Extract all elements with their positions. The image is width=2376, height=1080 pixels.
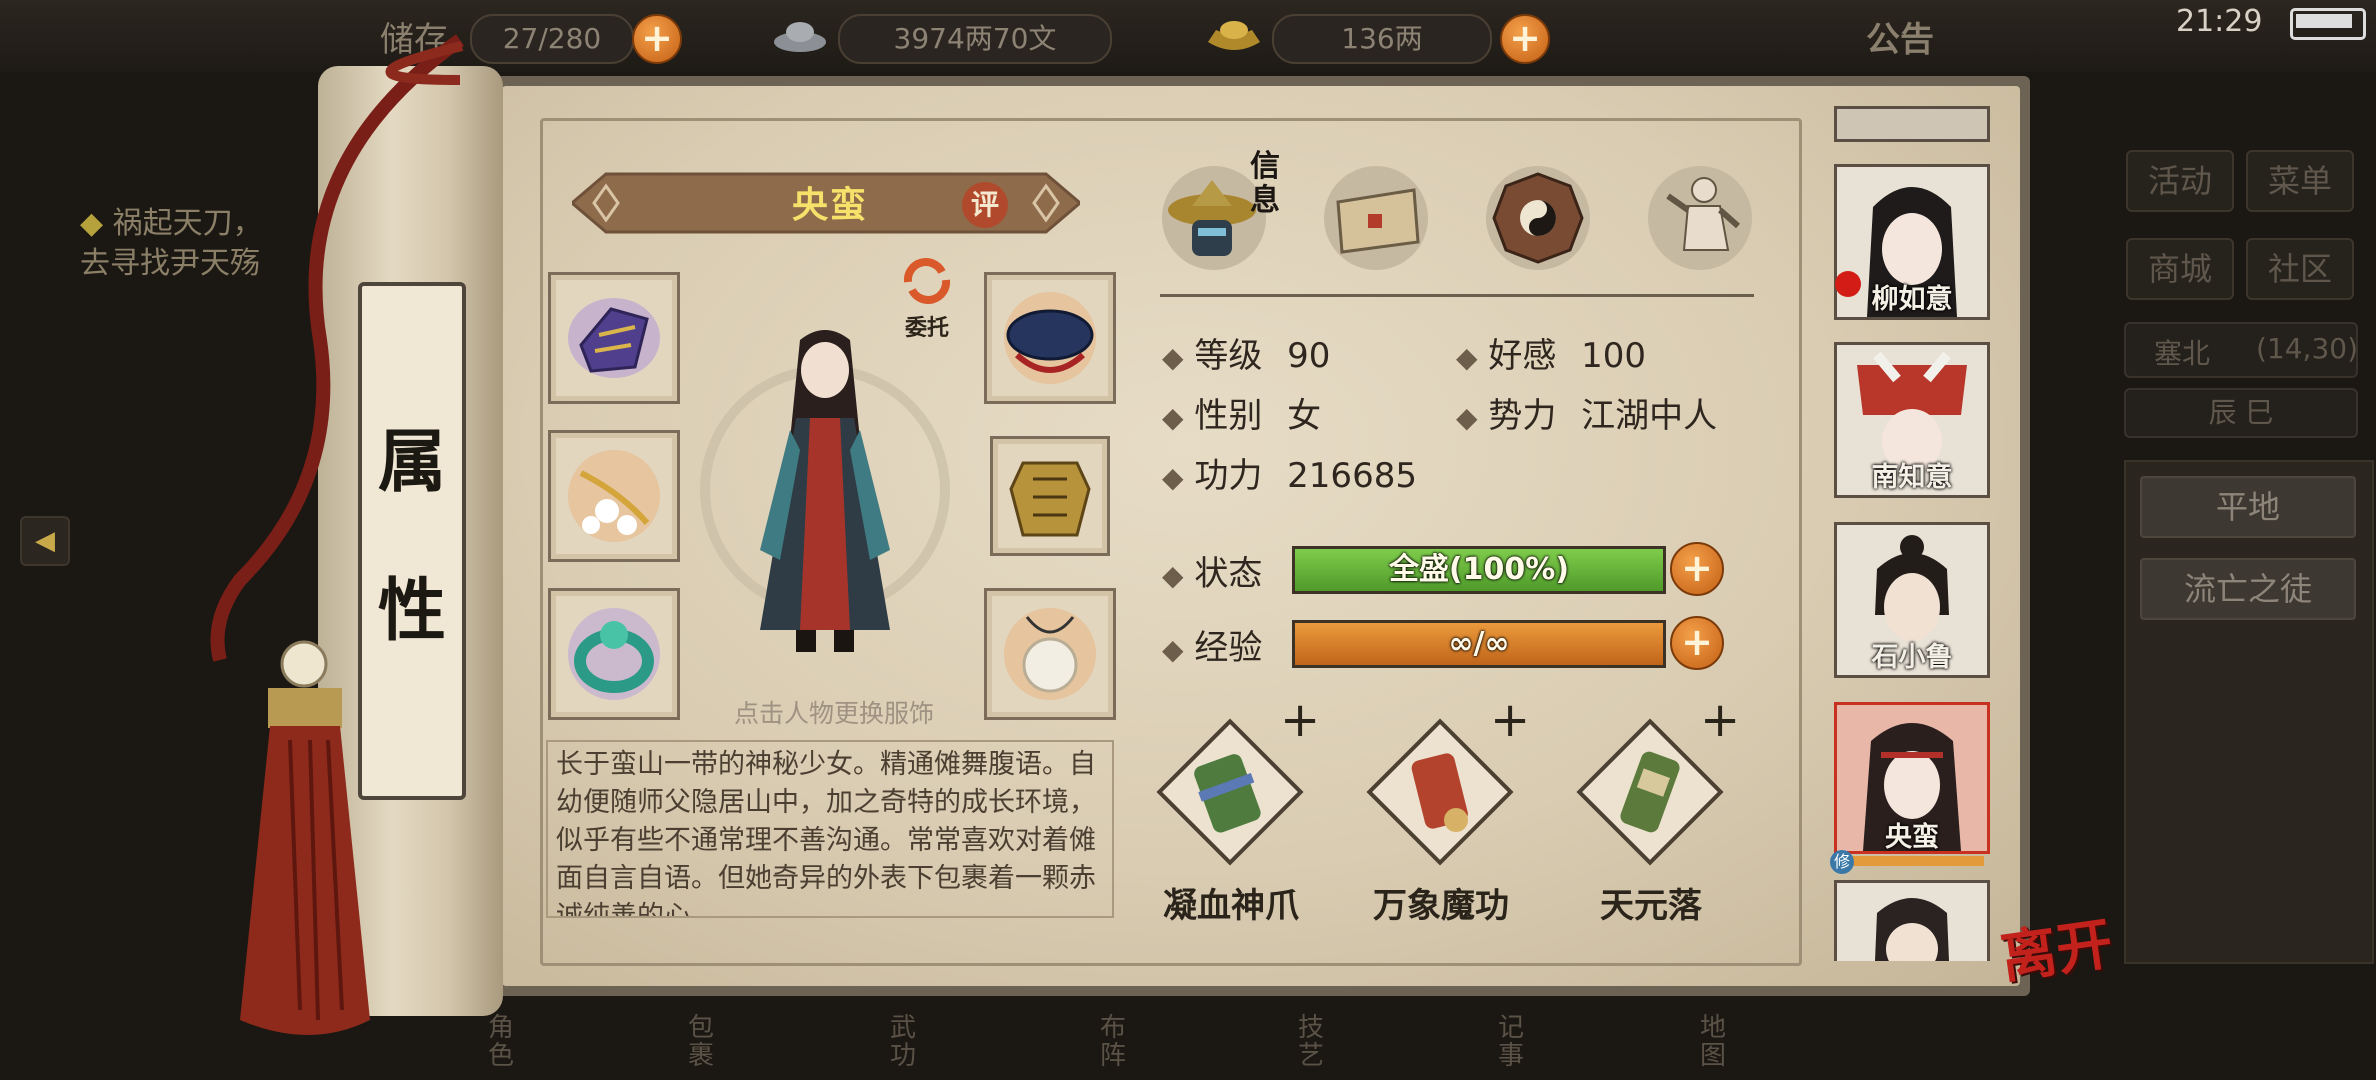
skill-2-name: 万象魔功 xyxy=(1373,886,1509,926)
status-add-button[interactable]: + xyxy=(1670,542,1724,596)
exp-value: ∞/∞ xyxy=(1448,626,1510,661)
silver-icon xyxy=(770,16,830,56)
nav-martial[interactable]: 武功 xyxy=(890,1014,918,1070)
status-label: 状态 xyxy=(1194,554,1263,594)
skill-1-plus[interactable]: + xyxy=(1280,692,1320,748)
flower-charm-icon xyxy=(568,450,660,542)
level-label: 等级 xyxy=(1194,336,1263,376)
golden-armor-icon xyxy=(1009,461,1091,537)
companion-4-hp-bar xyxy=(1834,856,1984,866)
tab-bagua[interactable] xyxy=(1486,166,1590,270)
shop-button[interactable]: 商城 xyxy=(2126,238,2234,300)
bag-add-button[interactable]: + xyxy=(632,14,682,64)
companion-3-name: 石小鲁 xyxy=(1871,642,1953,673)
headband-icon xyxy=(1004,292,1096,384)
power-value: 216685 xyxy=(1287,456,1417,496)
power-label: 功力 xyxy=(1194,456,1263,496)
companion-2[interactable]: 南知意 xyxy=(1834,342,1990,498)
location-name: 塞北 xyxy=(2154,337,2211,370)
companion-4-selected[interactable]: 央蛮 xyxy=(1834,702,1990,854)
body-meridian-icon xyxy=(1666,177,1740,251)
companion-2-name: 南知意 xyxy=(1871,462,1953,493)
tab-map[interactable] xyxy=(1324,166,1428,270)
faction-row: ◆ 势力 江湖中人 xyxy=(1456,396,1718,436)
skill-3-name: 天元落 xyxy=(1600,886,1702,926)
equip-slot-armor[interactable] xyxy=(990,436,1110,556)
favor-row: ◆ 好感 100 xyxy=(1456,336,1647,376)
character-portrait[interactable] xyxy=(700,300,950,680)
scroll-map-icon xyxy=(1336,188,1420,254)
time-slot: 辰 巳 xyxy=(2124,388,2358,438)
community-button[interactable]: 社区 xyxy=(2246,238,2354,300)
equip-slot-pendant[interactable] xyxy=(984,588,1116,720)
faction-value: 江湖中人 xyxy=(1581,396,1718,436)
clock: 21:29 xyxy=(2176,4,2263,39)
gender-row: ◆ 性别 女 xyxy=(1162,396,1322,436)
gold-add-button[interactable]: + xyxy=(1500,14,1550,64)
favor-value: 100 xyxy=(1581,336,1647,376)
stats-divider xyxy=(1160,294,1754,297)
status-value: 全盛(100%) xyxy=(1388,552,1570,587)
gold-ingot-icon xyxy=(1204,14,1264,58)
power-row: ◆ 功力 216685 xyxy=(1162,456,1417,496)
pendant-icon xyxy=(1004,608,1096,700)
collapse-arrow-icon[interactable]: ◀ xyxy=(20,516,70,566)
location-coords: (14,30) xyxy=(2256,332,2359,365)
jade-ring-icon xyxy=(568,608,660,700)
exp-bar: ∞/∞ xyxy=(1292,620,1666,668)
activity-button[interactable]: 活动 xyxy=(2126,150,2234,212)
leave-button[interactable]: 离开 xyxy=(1995,899,2117,995)
skill-3-plus[interactable]: + xyxy=(1700,692,1740,748)
exp-label: 经验 xyxy=(1194,628,1263,668)
menu-button[interactable]: 菜单 xyxy=(2246,150,2354,212)
exp-add-button[interactable]: + xyxy=(1670,616,1724,670)
bottom-nav: 角色 包裹 武功 布阵 技艺 记事 地图 xyxy=(330,990,1750,1080)
nav-map[interactable]: 地图 xyxy=(1700,1014,1728,1070)
tab-meridian[interactable] xyxy=(1648,166,1752,270)
companion-4-name: 央蛮 xyxy=(1885,822,1939,853)
tassel-ornament xyxy=(200,20,530,1070)
tab-info-label: 信息 xyxy=(1250,149,1280,218)
nav-bag[interactable]: 包裹 xyxy=(688,1014,716,1070)
status-bar: 全盛(100%) xyxy=(1292,546,1666,594)
location-box: 塞北 (14,30) xyxy=(2124,322,2358,378)
equip-slot-accessory[interactable] xyxy=(548,430,680,562)
battery-icon xyxy=(2290,8,2366,40)
gauntlet-icon xyxy=(568,298,660,378)
skill-1-name: 凝血神爪 xyxy=(1163,886,1299,926)
companion-partial-top[interactable] xyxy=(1834,106,1990,142)
character-name: 央蛮 xyxy=(791,185,868,226)
bagua-icon xyxy=(1492,172,1584,264)
favor-label: 好感 xyxy=(1488,336,1557,376)
character-bio: 长于蛮山一带的神秘少女。精通傩舞腹语。自幼便随师父隐居山中，加之奇特的成长环境，… xyxy=(546,740,1114,918)
equip-slot-armguard[interactable] xyxy=(548,272,680,404)
gender-value: 女 xyxy=(1287,396,1322,436)
identity-exile[interactable]: 流亡之徒 xyxy=(2140,558,2356,620)
companion-5-portrait xyxy=(1875,898,1949,961)
skill-2-plus[interactable]: + xyxy=(1490,692,1530,748)
equip-slot-ring[interactable] xyxy=(548,588,680,720)
status-label-row: ◆ 状态 xyxy=(1162,554,1263,594)
companion-5-partial[interactable] xyxy=(1834,880,1990,961)
notice-button[interactable]: 公告 xyxy=(1866,12,1934,61)
rate-badge[interactable]: 评 xyxy=(962,182,1008,228)
money-display: 3974两70文 xyxy=(838,14,1112,64)
cultivate-badge-icon: 修 xyxy=(1830,850,1854,874)
change-outfit-hint: 点击人物更换服饰 xyxy=(733,699,934,728)
nav-formation[interactable]: 布阵 xyxy=(1100,1014,1128,1070)
nav-skills[interactable]: 技艺 xyxy=(1298,1014,1326,1070)
terrain-flat[interactable]: 平地 xyxy=(2140,476,2356,538)
swap-arrows-icon xyxy=(903,258,951,304)
faction-label: 势力 xyxy=(1488,396,1557,436)
level-value: 90 xyxy=(1287,336,1331,376)
gold-display: 136两 xyxy=(1272,14,1492,64)
gender-label: 性别 xyxy=(1194,396,1263,436)
companion-3[interactable]: 石小鲁 xyxy=(1834,522,1990,678)
companion-1-name: 柳如意 xyxy=(1871,284,1953,315)
exp-label-row: ◆ 经验 xyxy=(1162,628,1263,668)
nav-journal[interactable]: 记事 xyxy=(1498,1014,1526,1070)
level-row: ◆ 等级 90 xyxy=(1162,336,1331,376)
companion-1[interactable]: 柳如意 xyxy=(1834,164,1990,320)
equip-slot-headwear[interactable] xyxy=(984,272,1116,404)
